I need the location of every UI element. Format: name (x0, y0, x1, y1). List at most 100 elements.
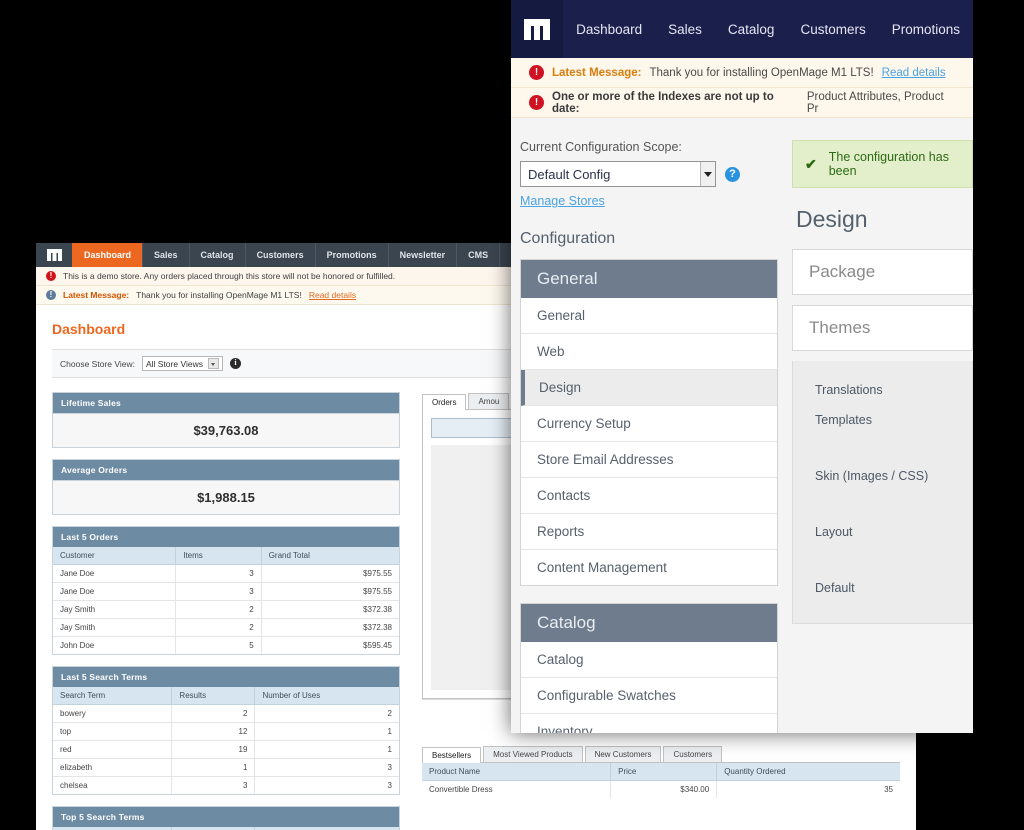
field-label-default: Default (793, 573, 972, 603)
manage-stores-link[interactable]: Manage Stores (520, 194, 605, 208)
cell-customer: Jane Doe (53, 564, 177, 583)
table-row[interactable]: Jane Doe 3 $975.55 (53, 564, 399, 583)
table-row[interactable]: elizabeth 1 3 (53, 758, 399, 777)
info-icon[interactable] (229, 357, 241, 369)
table-header-row: Product Name Price Quantity Ordered (422, 763, 900, 781)
table-row[interactable]: bowery 2 2 (53, 704, 399, 723)
group-title-general: General (521, 260, 777, 298)
tab-amounts[interactable]: Amou (468, 393, 510, 409)
cell-total: $975.55 (261, 582, 399, 601)
tab-bestsellers[interactable]: Bestsellers (422, 747, 482, 763)
nav-label: Promotions (326, 250, 377, 260)
table-row[interactable]: Convertible Dress $340.00 35 (422, 780, 900, 798)
fieldset-themes[interactable]: Themes (792, 305, 973, 351)
dash-nav-item-dashboard[interactable]: Dashboard (72, 243, 143, 267)
cell-total: $595.45 (261, 636, 399, 654)
tab-customers[interactable]: Customers (663, 746, 723, 762)
item-label: Web (537, 344, 565, 359)
nav-label: Customers (256, 250, 304, 260)
cell-term: red (53, 740, 173, 759)
read-details-link[interactable]: Read details (882, 67, 946, 79)
cell-customer: Jay Smith (53, 618, 177, 637)
dashboard-left-column: Lifetime Sales $39,763.08 Average Orders… (52, 392, 400, 830)
average-orders-panel: Average Orders $1,988.15 (52, 459, 400, 515)
field-label: Layout (815, 525, 853, 539)
nav-label: Dashboard (576, 21, 643, 37)
item-label: Contacts (537, 488, 591, 503)
config-nav-item-sales[interactable]: Sales (655, 0, 715, 58)
scope-row: Default Config (520, 161, 778, 187)
tab-label: Most Viewed Products (493, 750, 573, 759)
item-label: Currency Setup (537, 416, 631, 431)
config-item-catalog[interactable]: Catalog (521, 642, 777, 678)
nav-label: Dashboard (84, 250, 132, 260)
scope-label: Current Configuration Scope: (520, 140, 682, 154)
notice-text: Thank you for installing OpenMage M1 LTS… (136, 290, 302, 300)
table-row[interactable]: top 12 1 (53, 722, 399, 741)
item-label: General (537, 308, 586, 323)
magento-logo-icon[interactable] (36, 243, 72, 267)
config-main: Current Configuration Scope: Default Con… (511, 118, 973, 733)
tab-most-viewed-products[interactable]: Most Viewed Products (483, 746, 583, 762)
check-icon: ✔ (805, 155, 817, 172)
notice-label: Latest Message: (63, 290, 130, 300)
cell-results: 2 (171, 704, 256, 723)
config-nav-item-catalog[interactable]: Catalog (715, 0, 788, 58)
last-5-orders-title: Last 5 Orders (53, 527, 399, 547)
config-item-general[interactable]: General (521, 298, 777, 334)
config-item-content-management[interactable]: Content Management (521, 550, 777, 585)
configuration-window: Dashboard Sales Catalog Customers Promot… (511, 0, 973, 733)
read-details-link[interactable]: Read details (309, 290, 356, 300)
lifetime-sales-panel: Lifetime Sales $39,763.08 (52, 392, 400, 448)
config-item-currency-setup[interactable]: Currency Setup (521, 406, 777, 442)
config-nav-item-dashboard[interactable]: Dashboard (563, 0, 655, 58)
cell-term: top (53, 722, 173, 741)
store-view-select[interactable]: All Store Views (141, 356, 223, 371)
dash-nav-item-newsletter[interactable]: Newsletter (387, 243, 457, 267)
table-row[interactable]: John Doe 5 $595.45 (53, 636, 399, 654)
config-item-inventory[interactable]: Inventory (521, 714, 777, 733)
config-item-web[interactable]: Web (521, 334, 777, 370)
tab-new-customers[interactable]: New Customers (584, 746, 662, 762)
notice-label: Latest Message: (552, 66, 642, 79)
table-row[interactable]: Jane Doe 3 $975.55 (53, 582, 399, 601)
dash-nav-item-catalog[interactable]: Catalog (188, 243, 245, 267)
cell-price: $340.00 (610, 780, 718, 798)
config-nav-item-promotions[interactable]: Promotions (879, 0, 973, 58)
scope-select[interactable]: Default Config (520, 161, 716, 187)
cell-uses: 3 (254, 758, 399, 777)
table-header-row: Customer Items Grand Total (53, 547, 399, 565)
dash-nav-item-cms[interactable]: CMS (456, 243, 499, 267)
dash-nav-item-customers[interactable]: Customers (244, 243, 315, 267)
config-item-store-email-addresses[interactable]: Store Email Addresses (521, 442, 777, 478)
dash-nav-item-sales[interactable]: Sales (142, 243, 189, 267)
table-row[interactable]: red 19 1 (53, 740, 399, 759)
config-group-general: General General Web Design Currency Setu… (520, 259, 778, 586)
table-row[interactable]: Jay Smith 2 $372.38 (53, 618, 399, 637)
table-row[interactable]: chelsea 3 3 (53, 776, 399, 794)
magento-m-icon (46, 249, 62, 261)
config-item-reports[interactable]: Reports (521, 514, 777, 550)
cell-term: elizabeth (53, 758, 173, 777)
item-label: Reports (537, 524, 585, 539)
dash-nav-item-promotions[interactable]: Promotions (314, 243, 388, 267)
field-label: Skin (Images / CSS) (815, 469, 929, 483)
item-label: Catalog (537, 652, 584, 667)
fieldset-package[interactable]: Package (792, 249, 973, 295)
last-5-orders-table: Customer Items Grand Total Jane Doe 3 $9… (53, 547, 399, 654)
tab-orders[interactable]: Orders (422, 394, 467, 410)
help-icon[interactable] (725, 166, 740, 182)
config-item-contacts[interactable]: Contacts (521, 478, 777, 514)
group-title-catalog: Catalog (521, 604, 777, 642)
config-nav-item-customers[interactable]: Customers (787, 0, 878, 58)
config-item-design[interactable]: Design (521, 370, 777, 406)
config-navbar: Dashboard Sales Catalog Customers Promot… (511, 0, 973, 58)
alert-icon-red (46, 270, 56, 281)
magento-logo-icon[interactable] (511, 0, 564, 58)
tab-label: New Customers (594, 750, 652, 759)
config-item-configurable-swatches[interactable]: Configurable Swatches (521, 678, 777, 714)
table-row[interactable]: Jay Smith 2 $372.38 (53, 600, 399, 619)
cell-uses: 1 (254, 740, 399, 759)
magento-m-icon (524, 18, 551, 40)
tab-label: Bestsellers (432, 751, 472, 760)
